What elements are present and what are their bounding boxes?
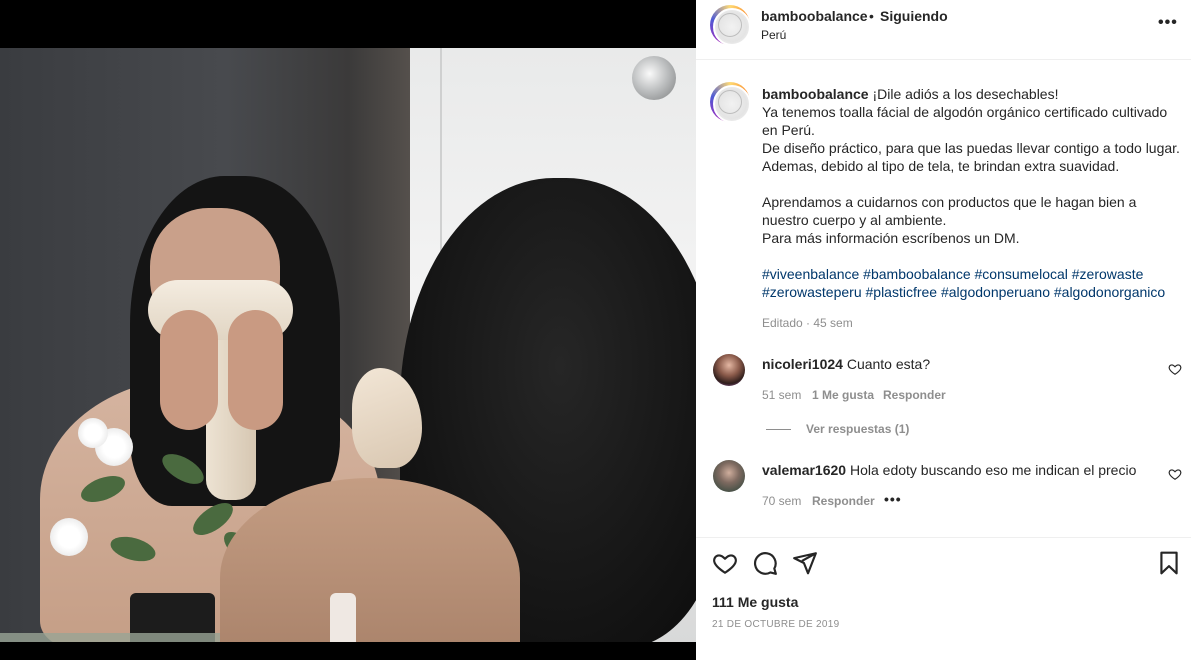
comment-time[interactable]: 70 sem (762, 494, 801, 508)
post-username[interactable]: bamboobalance (761, 8, 868, 24)
caption-line: en Perú. (762, 122, 815, 138)
comment-likes[interactable]: 1 Me gusta (812, 388, 874, 402)
foreground-strap (330, 593, 356, 642)
comment-text: nicoleri1024 Cuanto esta? (762, 356, 930, 372)
following-button[interactable]: Siguiendo (880, 8, 948, 24)
caption-meta: Editado · 45 sem (762, 316, 853, 330)
commenter-avatar[interactable] (713, 354, 745, 386)
leaf (77, 470, 129, 508)
leaf (157, 447, 209, 491)
reply-button[interactable]: Responder (812, 494, 875, 508)
caption-line: Para más información escríbenos un DM. (762, 230, 1020, 246)
comment-more-icon[interactable]: ••• (884, 491, 902, 507)
profile-avatar[interactable] (710, 5, 751, 46)
leaf (107, 532, 159, 566)
comment-time[interactable]: 51 sem (762, 388, 801, 402)
caption-line: Ademas, debido al tipo de tela, te brind… (762, 158, 1120, 174)
post-sidebar: bamboobalance • Siguiendo Perú ••• bambo… (696, 0, 1191, 660)
like-icon[interactable] (712, 550, 738, 576)
share-icon[interactable] (792, 550, 818, 576)
comment-username[interactable]: nicoleri1024 (762, 356, 843, 372)
hand-left (160, 310, 218, 430)
comment-like-icon[interactable] (1168, 362, 1182, 376)
commenter-avatar[interactable] (713, 460, 745, 492)
comment-text: valemar1620 Hola edoty buscando eso me i… (762, 462, 1136, 478)
likes-count[interactable]: 111 Me gusta (712, 594, 798, 610)
more-options-icon[interactable]: ••• (1158, 14, 1178, 32)
save-icon[interactable] (1156, 550, 1182, 576)
post-caption: bamboobalance ¡Dile adiós a los desechab… (762, 85, 1182, 301)
separator-dot: • (869, 8, 874, 24)
post-location[interactable]: Perú (761, 28, 786, 42)
comment-body: Cuanto esta? (846, 356, 931, 372)
hashtags-line[interactable]: #zerowasteperu #plasticfree #algodonperu… (762, 283, 1182, 301)
caption-line: Aprendamos a cuidarnos con productos que… (762, 194, 1137, 210)
caption-line: ¡Dile adiós a los desechables! (872, 86, 1059, 102)
post-actions: 111 Me gusta 21 DE OCTUBRE DE 2019 (696, 537, 1191, 660)
post-date[interactable]: 21 DE OCTUBRE DE 2019 (712, 619, 839, 630)
caption-username[interactable]: bamboobalance (762, 86, 869, 102)
caption-line: Ya tenemos toalla fácial de algodón orgá… (762, 104, 1168, 120)
comment-like-icon[interactable] (1168, 467, 1182, 481)
flower (78, 418, 108, 448)
wall-fixture (632, 56, 676, 100)
post-modal: bamboobalance • Siguiendo Perú ••• bambo… (0, 0, 1191, 660)
comment-username[interactable]: valemar1620 (762, 462, 846, 478)
reply-button[interactable]: Responder (883, 388, 946, 402)
comment-body: Hola edoty buscando eso me indican el pr… (849, 462, 1137, 478)
view-replies-button[interactable]: Ver respuestas (1) (806, 422, 909, 436)
post-header: bamboobalance • Siguiendo Perú ••• (696, 0, 1191, 60)
comment-icon[interactable] (752, 550, 778, 576)
hand-right (228, 310, 283, 430)
caption-line: nuestro cuerpo y al ambiente. (762, 212, 947, 228)
hashtags-line[interactable]: #viveenbalance #bamboobalance #consumelo… (762, 265, 1182, 283)
caption-avatar[interactable] (710, 82, 751, 123)
flower (50, 518, 88, 556)
post-media (0, 0, 696, 660)
post-photo[interactable] (0, 48, 696, 642)
caption-line: De diseño práctico, para que las puedas … (762, 140, 1180, 156)
replies-divider (766, 429, 791, 430)
